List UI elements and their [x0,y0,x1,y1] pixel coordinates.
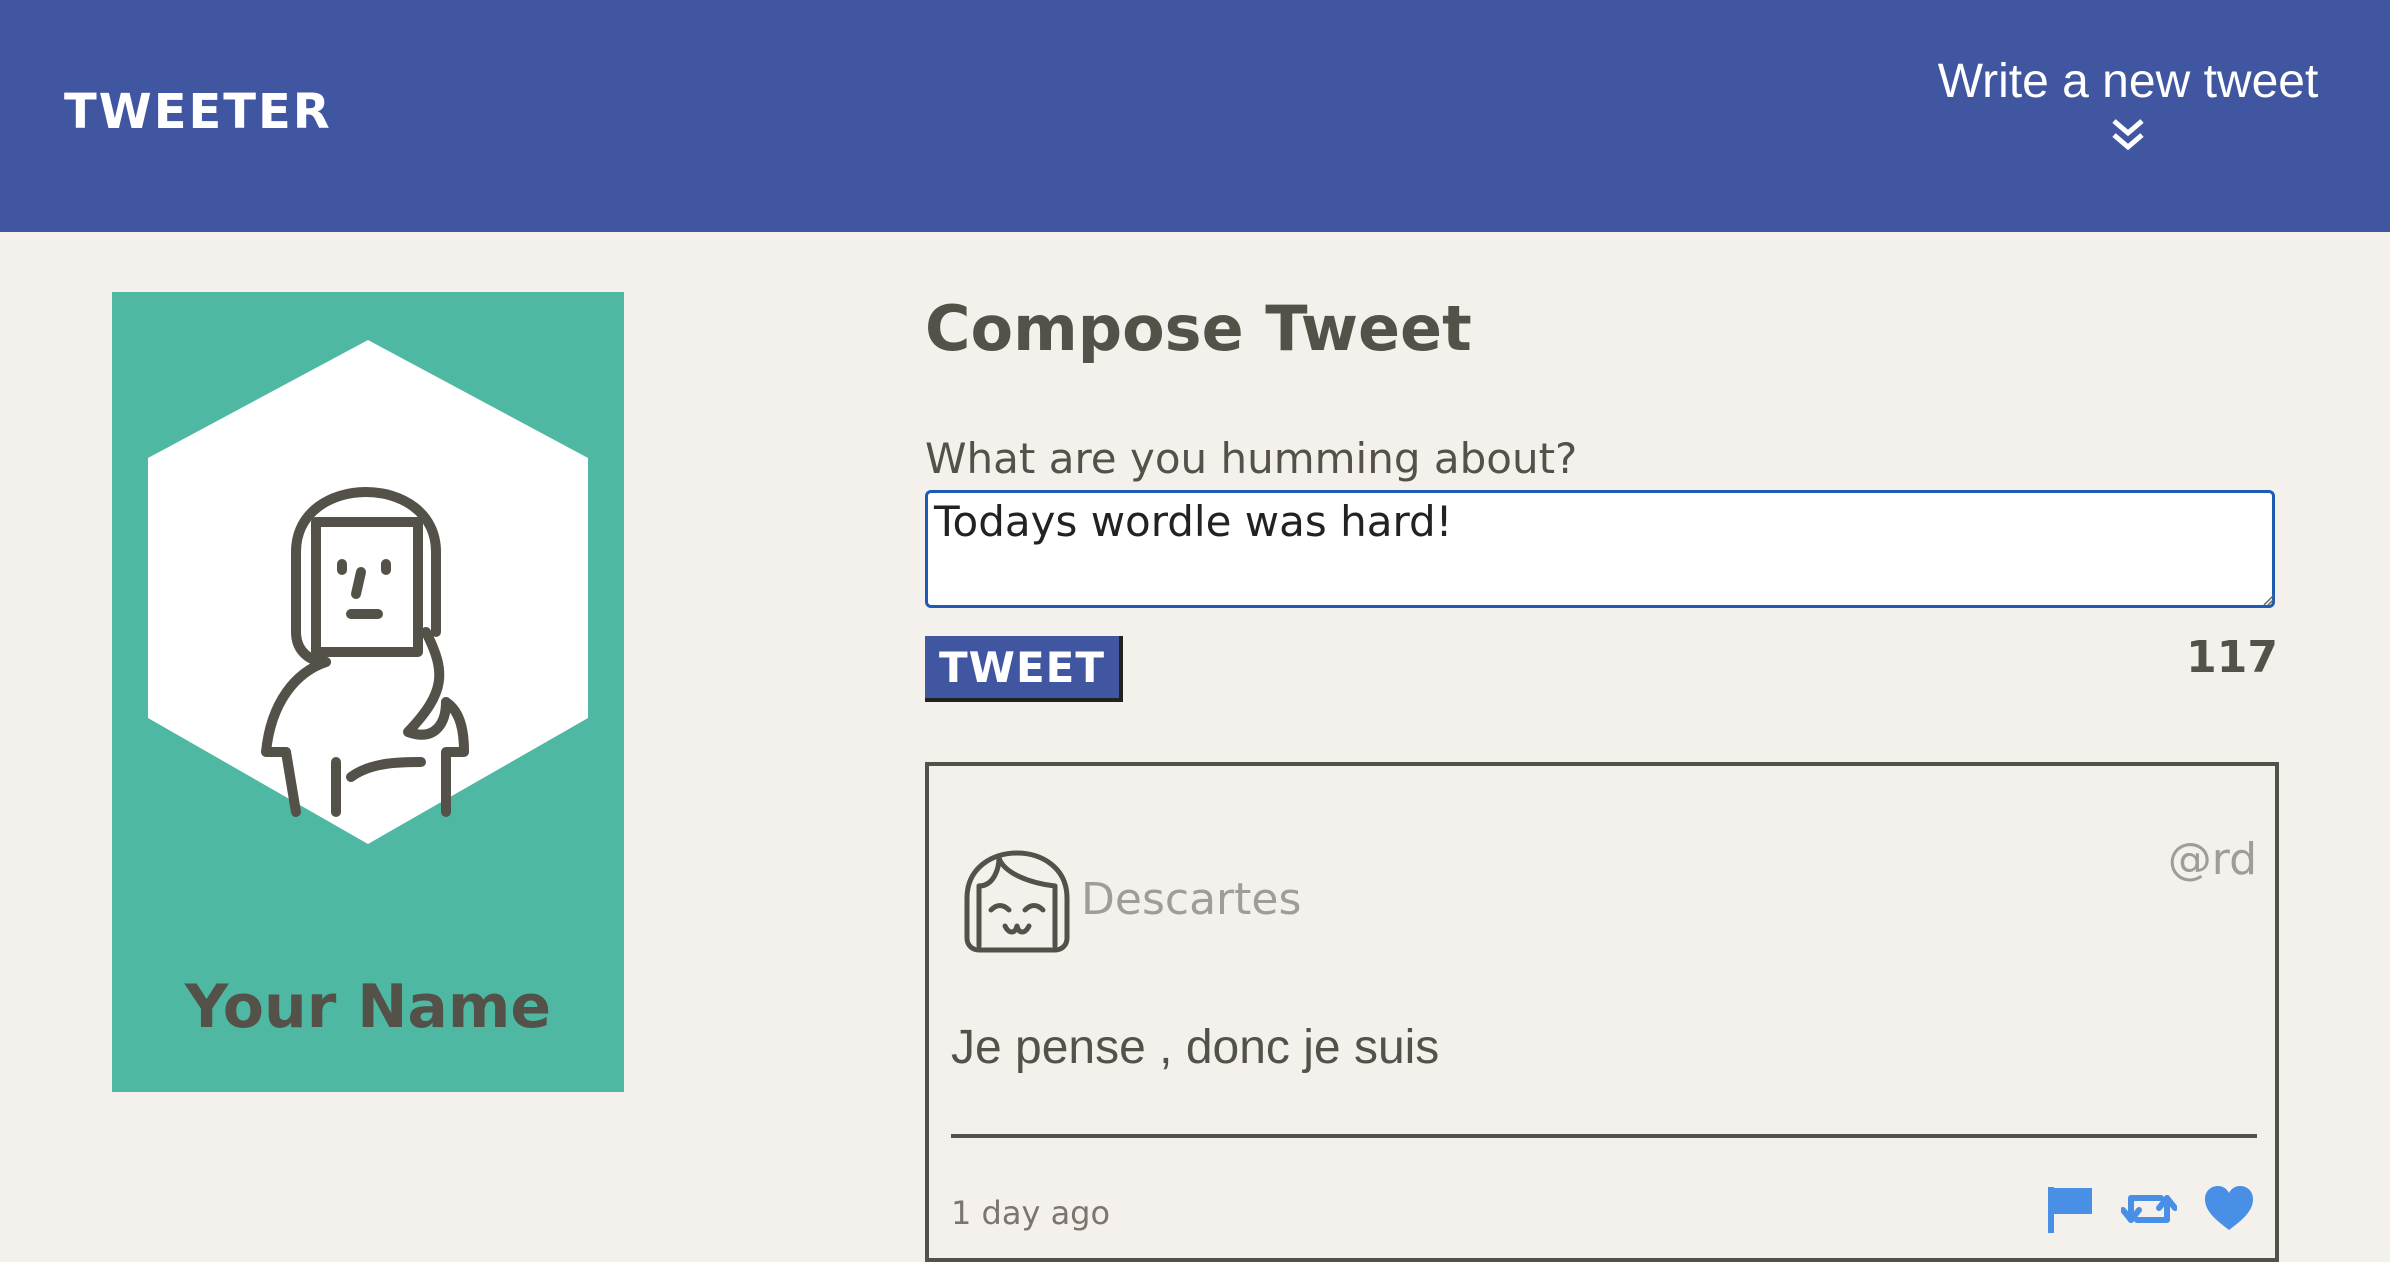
tweet-submit-button[interactable]: TWEET [925,636,1123,702]
write-new-tweet-label: Write a new tweet [1937,55,2319,108]
tweet-author-name: Descartes [1081,874,1302,925]
compose-title: Compose Tweet [925,292,1472,365]
tweet-content: Je pense , donc je suis [951,1021,1440,1074]
write-new-tweet-button[interactable]: Write a new tweet [1928,54,2328,155]
resize-grip-icon[interactable] [2262,594,2274,606]
tweet-author-handle: @rd [2167,834,2257,885]
profile-card: Your Name [112,292,624,1092]
user-avatar-icon [148,340,588,844]
tweet-avatar-icon [964,850,1070,953]
compose-label: What are you humming about? [925,434,1578,483]
tweet-timestamp: 1 day ago [951,1194,1111,1232]
profile-name: Your Name [184,972,552,1042]
brand-logo: TWEETER [64,84,332,140]
character-counter: 117 [2186,632,2278,683]
retweet-icon[interactable] [2121,1184,2177,1234]
top-nav: TWEETER Write a new tweet [0,0,2390,232]
tweet-divider [951,1134,2257,1138]
tweet-card: Descartes @rd Je pense , donc je suis 1 … [925,762,2279,1262]
tweet-text-input[interactable]: Todays wordle was hard! [925,490,2275,608]
tweet-actions [2045,1184,2255,1234]
flag-icon[interactable] [2045,1184,2095,1234]
double-chevron-down-icon[interactable] [2108,115,2148,155]
heart-icon[interactable] [2203,1184,2255,1234]
